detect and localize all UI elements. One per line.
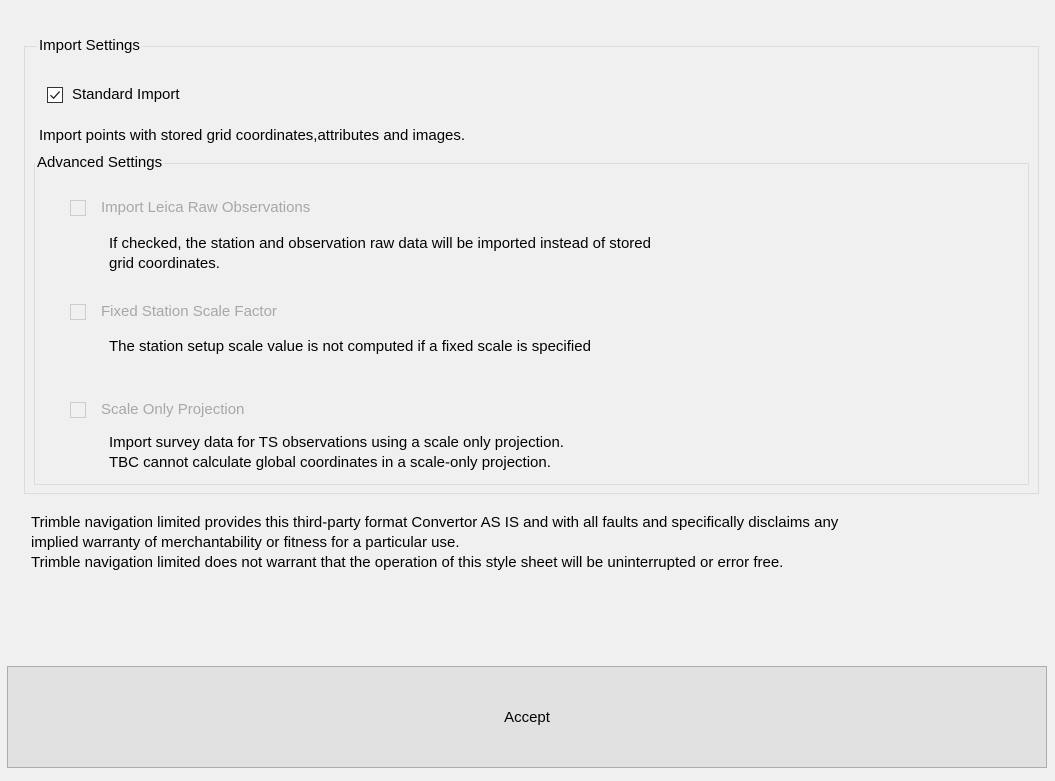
import-leica-raw-observations-checkbox[interactable]: [70, 200, 86, 216]
checkmark-icon: [50, 91, 61, 100]
accept-button-label: Accept: [504, 708, 550, 726]
scale-only-projection-description: Import survey data for TS observations u…: [109, 433, 564, 473]
fixed-station-scale-factor-description: The station setup scale value is not com…: [109, 337, 591, 357]
import-leica-raw-observations-label[interactable]: Import Leica Raw Observations: [101, 198, 310, 218]
description-line: grid coordinates.: [109, 255, 220, 272]
standard-import-description: Import points with stored grid coordinat…: [39, 127, 466, 144]
description-line: Import survey data for TS observations u…: [109, 434, 564, 451]
disclaimer-line: Trimble navigation limited does not warr…: [31, 554, 784, 571]
disclaimer-text: Trimble navigation limited provides this…: [31, 513, 838, 573]
fixed-station-scale-factor-label[interactable]: Fixed Station Scale Factor: [101, 302, 277, 322]
description-line: The station setup scale value is not com…: [109, 338, 591, 355]
description-line: TBC cannot calculate global coordinates …: [109, 454, 551, 471]
import-settings-title: Import Settings: [37, 37, 142, 55]
advanced-settings-title: Advanced Settings: [35, 154, 165, 172]
standard-import-label[interactable]: Standard Import: [72, 85, 180, 105]
disclaimer-line: implied warranty of merchantability or f…: [31, 534, 460, 551]
disclaimer-line: Trimble navigation limited provides this…: [31, 514, 839, 531]
import-leica-raw-observations-description: If checked, the station and observation …: [109, 234, 651, 274]
description-line: If checked, the station and observation …: [109, 235, 651, 252]
fixed-station-scale-factor-checkbox[interactable]: [70, 304, 86, 320]
accept-button[interactable]: Accept: [7, 666, 1047, 768]
standard-import-checkbox[interactable]: [47, 87, 63, 103]
scale-only-projection-label[interactable]: Scale Only Projection: [101, 400, 244, 420]
scale-only-projection-checkbox[interactable]: [70, 402, 86, 418]
